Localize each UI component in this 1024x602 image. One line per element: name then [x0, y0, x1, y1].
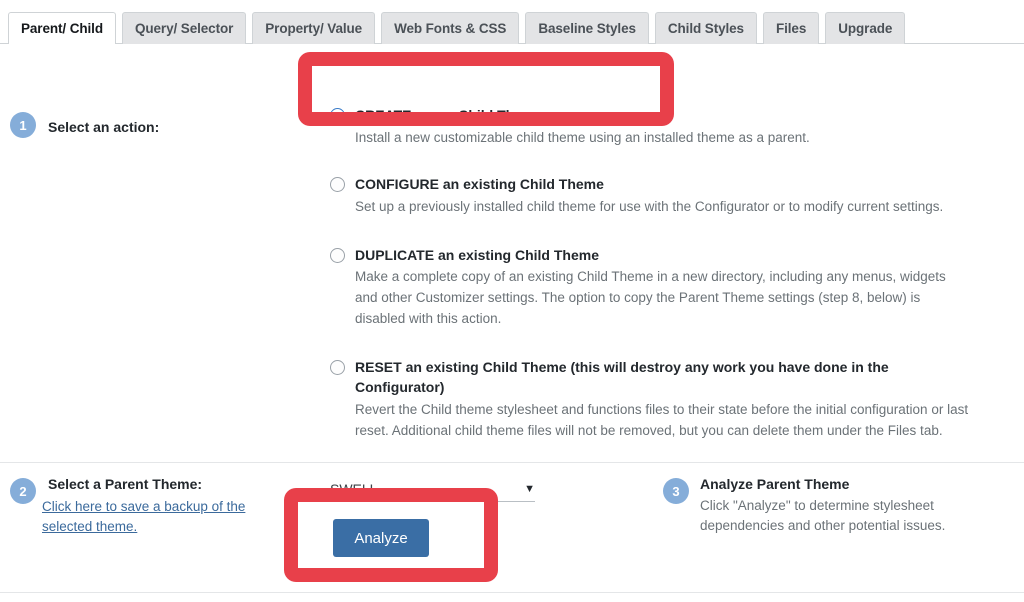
radio-create-description: Install a new customizable child theme u… — [355, 129, 810, 145]
step-3-label: Analyze Parent Theme — [700, 476, 850, 492]
radio-duplicate-description: Make a complete copy of an existing Chil… — [355, 269, 946, 327]
select-action-section: 1 Select an action: CREATE a new Child T… — [0, 44, 1024, 462]
radio-reset-icon[interactable] — [330, 360, 345, 376]
section-divider-bottom — [0, 592, 1024, 593]
tab-files[interactable]: Files — [762, 11, 820, 44]
section-divider-top — [0, 462, 1024, 463]
tab-baseline-styles[interactable]: Baseline Styles — [525, 11, 649, 44]
tab-child-styles[interactable]: Child Styles — [654, 11, 757, 44]
tab-bar: Parent/ Child Query/ Selector Property/ … — [0, 0, 1024, 44]
parent-theme-selected-value: SWELL — [330, 481, 378, 497]
step-3-description: Click "Analyze" to determine stylesheet … — [700, 498, 946, 534]
radio-option-configure[interactable]: CONFIGURE an existing Child Theme Set up… — [330, 175, 970, 218]
tab-upgrade[interactable]: Upgrade — [825, 11, 906, 44]
tab-query-selector[interactable]: Query/ Selector — [121, 11, 247, 44]
radio-duplicate-label[interactable]: DUPLICATE an existing Child Theme — [355, 246, 599, 266]
radio-configure-label[interactable]: CONFIGURE an existing Child Theme — [355, 175, 604, 195]
radio-configure-description: Set up a previously installed child them… — [355, 198, 944, 214]
action-radio-group: CREATE a new Child Theme Install a new c… — [330, 106, 970, 442]
step-1-label: Select an action: — [48, 119, 160, 135]
step-badge-1: 1 — [10, 112, 36, 138]
step-badge-3: 3 — [663, 478, 689, 504]
radio-reset-description: Revert the Child theme stylesheet and fu… — [355, 401, 969, 438]
parent-theme-select[interactable]: SWELL ▼ — [330, 481, 535, 502]
step-badge-2: 2 — [10, 478, 36, 504]
save-backup-link[interactable]: Click here to save a backup of the selec… — [42, 497, 272, 536]
radio-option-create[interactable]: CREATE a new Child Theme Install a new c… — [330, 106, 970, 149]
radio-configure-icon[interactable] — [330, 176, 345, 192]
radio-option-duplicate[interactable]: DUPLICATE an existing Child Theme Make a… — [330, 246, 970, 331]
radio-create-label[interactable]: CREATE a new Child Theme — [355, 106, 542, 126]
step-2-label: Select a Parent Theme: — [48, 476, 203, 492]
radio-duplicate-icon[interactable] — [330, 247, 345, 263]
radio-reset-label[interactable]: RESET an existing Child Theme (this will… — [355, 358, 935, 398]
tab-web-fonts-css[interactable]: Web Fonts & CSS — [381, 11, 520, 44]
analyze-button[interactable]: Analyze — [333, 519, 429, 557]
chevron-down-icon: ▼ — [524, 482, 535, 495]
radio-create-icon[interactable] — [330, 108, 345, 123]
tab-property-value[interactable]: Property/ Value — [252, 11, 376, 44]
radio-option-reset[interactable]: RESET an existing Child Theme (this will… — [330, 358, 970, 442]
tab-parent-child[interactable]: Parent/ Child — [8, 11, 116, 44]
